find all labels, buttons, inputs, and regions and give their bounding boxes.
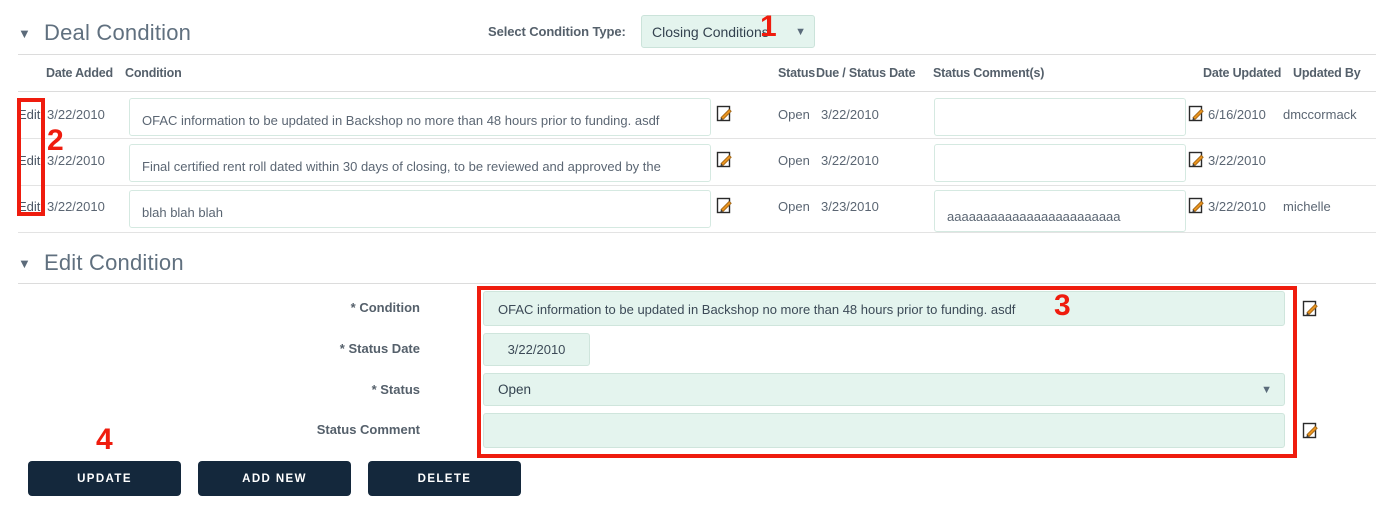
condition-type-select[interactable]: Closing Conditions ▼ — [641, 15, 815, 48]
status-date-field-value: 3/22/2010 — [507, 342, 566, 357]
section-divider — [18, 54, 1376, 55]
page-title: Deal Condition — [44, 20, 192, 45]
row-date-updated: 3/22/2010 — [1208, 199, 1266, 214]
collapse-caret-icon[interactable]: ▼ — [18, 27, 44, 40]
status-select[interactable]: Open ▼ — [483, 373, 1285, 406]
row-updated-by: dmccormack — [1283, 107, 1357, 122]
row-edit-link[interactable]: Edit — [18, 107, 40, 122]
row-date-updated: 3/22/2010 — [1208, 153, 1266, 168]
edit-pencil-icon[interactable] — [1188, 151, 1205, 168]
col-header-status-comments: Status Comment(s) — [933, 66, 1045, 80]
row-due-status-date: 3/22/2010 — [821, 153, 879, 168]
add-new-button[interactable]: Add New — [198, 461, 351, 496]
row-divider — [18, 232, 1376, 233]
chevron-down-icon: ▼ — [795, 25, 806, 38]
row-status-comment-input[interactable] — [934, 144, 1186, 182]
col-header-date-updated: Date Updated — [1203, 66, 1282, 80]
row-condition-input[interactable]: Final certified rent roll dated within 3… — [129, 144, 711, 182]
deal-condition-page: ▼ Deal Condition Select Condition Type: … — [0, 0, 1390, 516]
row-condition-value: blah blah blah — [142, 205, 223, 220]
row-status: Open — [778, 199, 810, 214]
delete-button[interactable]: Delete — [368, 461, 521, 496]
row-date-added: 3/22/2010 — [47, 153, 105, 168]
edit-condition-section-header: ▼ Edit Condition — [0, 242, 1390, 284]
condition-field-value: OFAC information to be updated in Backsh… — [498, 302, 1016, 317]
row-status-comment-value: aaaaaaaaaaaaaaaaaaaaaaaa — [947, 209, 1121, 224]
condition-field-label: * Condition — [350, 300, 420, 315]
row-edit-link[interactable]: Edit — [18, 199, 40, 214]
col-header-condition: Condition — [125, 66, 182, 80]
row-due-status-date: 3/23/2010 — [821, 199, 879, 214]
select-condition-type-label: Select Condition Type: — [488, 24, 626, 39]
status-date-field-label: * Status Date — [339, 341, 420, 356]
row-date-updated: 6/16/2010 — [1208, 107, 1266, 122]
row-divider — [18, 138, 1376, 139]
edit-pencil-icon[interactable] — [1188, 105, 1205, 122]
row-condition-input[interactable]: OFAC information to be updated in Backsh… — [129, 98, 711, 136]
edit-section-divider — [18, 283, 1376, 284]
edit-pencil-icon[interactable] — [1302, 300, 1319, 317]
row-condition-value: Final certified rent roll dated within 3… — [142, 159, 661, 174]
row-condition-value: OFAC information to be updated in Backsh… — [142, 113, 660, 128]
edit-pencil-icon[interactable] — [1302, 422, 1319, 439]
row-condition-input[interactable]: blah blah blah — [129, 190, 711, 228]
condition-field[interactable]: OFAC information to be updated in Backsh… — [483, 291, 1285, 326]
edit-pencil-icon[interactable] — [716, 151, 733, 168]
row-status-comment-input[interactable] — [934, 98, 1186, 136]
edit-pencil-icon[interactable] — [1188, 197, 1205, 214]
status-comment-field[interactable] — [483, 413, 1285, 448]
status-field-label: * Status — [371, 382, 420, 397]
row-updated-by: michelle — [1283, 199, 1331, 214]
edit-pencil-icon[interactable] — [716, 105, 733, 122]
row-date-added: 3/22/2010 — [47, 107, 105, 122]
edit-condition-title: Edit Condition — [44, 250, 184, 275]
table-header-divider — [18, 91, 1376, 92]
row-edit-link[interactable]: Edit — [18, 153, 40, 168]
annotation-number-2: 2 — [47, 124, 64, 157]
status-select-value: Open — [498, 382, 532, 397]
condition-type-value: Closing Conditions — [652, 23, 769, 40]
row-status: Open — [778, 153, 810, 168]
row-divider — [18, 185, 1376, 186]
col-header-updated-by: Updated By — [1293, 66, 1361, 80]
row-date-added: 3/22/2010 — [47, 199, 105, 214]
col-header-due-status-date: Due / Status Date — [816, 66, 916, 80]
row-due-status-date: 3/22/2010 — [821, 107, 879, 122]
annotation-number-4: 4 — [96, 423, 113, 456]
collapse-caret-icon[interactable]: ▼ — [18, 257, 44, 270]
status-date-field[interactable]: 3/22/2010 — [483, 333, 590, 366]
chevron-down-icon: ▼ — [1261, 383, 1272, 396]
row-status-comment-input[interactable]: aaaaaaaaaaaaaaaaaaaaaaaa — [934, 190, 1186, 232]
update-button[interactable]: Update — [28, 461, 181, 496]
edit-pencil-icon[interactable] — [716, 197, 733, 214]
table-header-row: Date Added Condition Status Due / Status… — [0, 66, 1390, 92]
col-header-status: Status — [778, 66, 816, 80]
col-header-date-added: Date Added — [46, 66, 113, 80]
status-comment-field-label: Status Comment — [316, 422, 420, 437]
row-status: Open — [778, 107, 810, 122]
